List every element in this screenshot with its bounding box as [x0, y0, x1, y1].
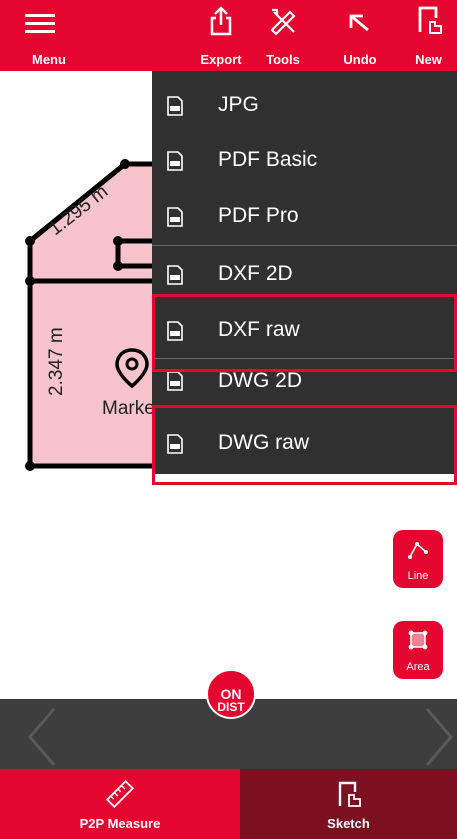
- undo-button[interactable]: Undo: [330, 0, 390, 71]
- tab-p2p-label: P2P Measure: [79, 816, 161, 831]
- tools-button[interactable]: Tools: [253, 0, 313, 71]
- line-tool-label: Line: [407, 570, 429, 582]
- vertex-point[interactable]: [25, 236, 35, 246]
- on-dist-button[interactable]: ON DIST: [206, 669, 256, 719]
- on-label: ON: [220, 686, 242, 702]
- line-tool-button[interactable]: Line: [393, 530, 443, 588]
- file-pdf-icon: [167, 151, 183, 171]
- new-sketch-icon: [418, 6, 442, 34]
- file-jpg-icon: [167, 96, 183, 116]
- new-button[interactable]: New: [400, 0, 457, 71]
- undo-icon: [349, 14, 369, 32]
- export-item-pdf-basic[interactable]: PDF Basic: [152, 133, 457, 189]
- vertex-point[interactable]: [113, 236, 123, 246]
- line-tool-icon: [408, 542, 428, 559]
- vertex-point[interactable]: [25, 276, 35, 286]
- new-label: New: [415, 52, 442, 67]
- export-item-jpg[interactable]: JPG: [152, 78, 457, 134]
- file-dwg-icon: [167, 371, 183, 391]
- export-item-label: JPG: [218, 93, 259, 116]
- export-item-label: DWG 2D: [218, 369, 302, 392]
- undo-label: Undo: [343, 52, 377, 67]
- export-label: Export: [200, 52, 242, 67]
- export-item-label: DXF 2D: [218, 262, 293, 285]
- menu-label: Menu: [32, 52, 66, 67]
- area-tool-label: Area: [406, 661, 430, 673]
- export-button[interactable]: Export: [191, 0, 251, 71]
- area-tool-button[interactable]: Area: [393, 621, 443, 679]
- highlight-box-dwg-raw: [152, 405, 457, 485]
- tab-p2p-measure[interactable]: P2P Measure: [0, 769, 240, 839]
- export-item-label: PDF Pro: [218, 204, 299, 227]
- tab-sketch[interactable]: Sketch: [240, 769, 457, 839]
- menu-divider: [152, 245, 457, 246]
- share-export-icon: [210, 6, 232, 36]
- area-tool-icon: [408, 630, 428, 650]
- sketch-icon: [338, 781, 361, 807]
- vertex-point[interactable]: [113, 261, 123, 271]
- marker-label: Marke: [102, 398, 155, 419]
- top-toolbar: Menu Export Tools Undo New: [0, 0, 457, 71]
- vertex-point[interactable]: [120, 159, 130, 169]
- dist-label: DIST: [217, 700, 245, 714]
- vertex-point[interactable]: [25, 461, 35, 471]
- chevron-right-icon[interactable]: [417, 699, 457, 769]
- hamburger-icon: [25, 14, 55, 33]
- ruler-icon: [105, 779, 135, 809]
- tools-label: Tools: [266, 52, 300, 67]
- dim-vertical-label[interactable]: 2.347 m: [46, 327, 67, 396]
- file-pdf-icon: [167, 207, 183, 227]
- chevron-left-icon[interactable]: [22, 699, 62, 769]
- export-item-label: PDF Basic: [218, 148, 318, 171]
- tools-icon: [270, 8, 296, 36]
- highlight-box-dxf-raw: [152, 294, 457, 372]
- tab-sketch-label: Sketch: [327, 816, 370, 831]
- app-screen: 1.295 m 2.347 m Marke Menu Export Tools …: [0, 0, 457, 839]
- bottom-tab-bar: P2P Measure Sketch: [0, 769, 457, 839]
- menu-button[interactable]: Menu: [0, 0, 80, 71]
- file-dxf-icon: [167, 265, 183, 285]
- export-item-pdf-pro[interactable]: PDF Pro: [152, 189, 457, 245]
